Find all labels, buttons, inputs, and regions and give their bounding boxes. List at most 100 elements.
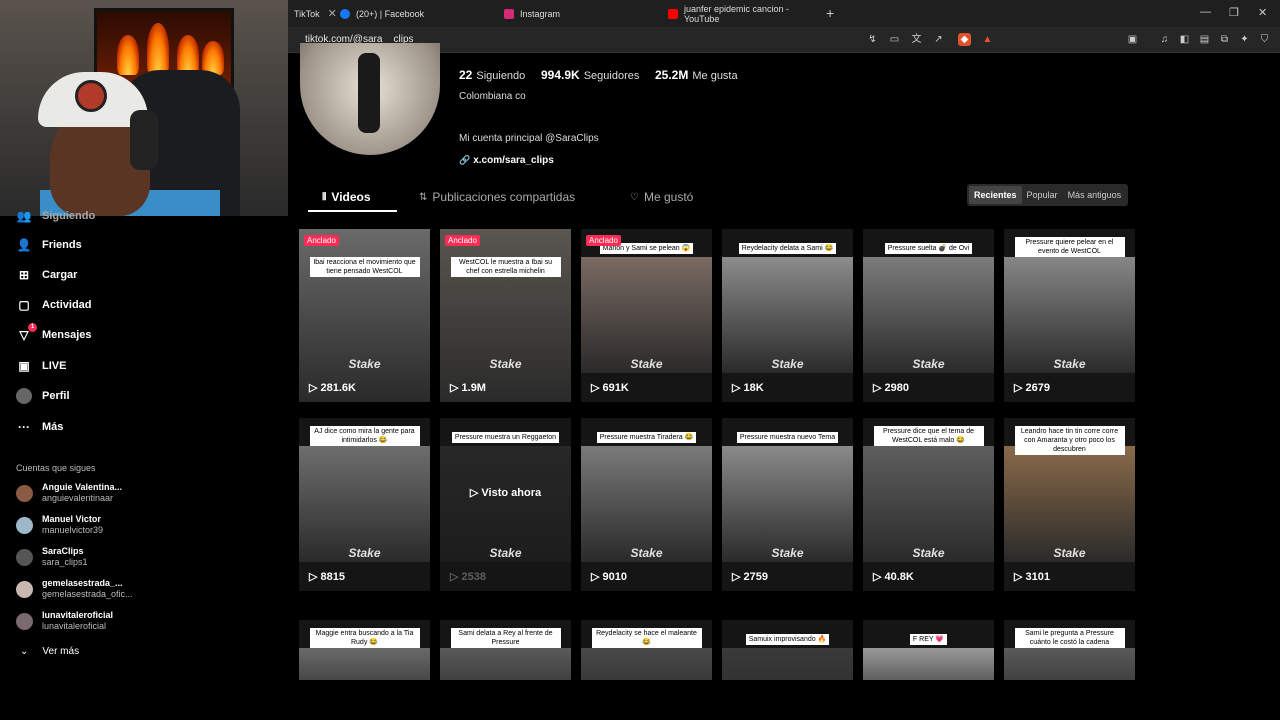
video-card[interactable]: WestCOL le muestra a Ibai su chef con es… — [440, 229, 571, 402]
video-card[interactable]: Pressure suelta 💣 de Ovi Stake ▷ 2980 — [863, 229, 994, 402]
video-views: ▷ 1.9M — [450, 381, 486, 394]
tab-label: Me gustó — [643, 190, 694, 204]
sort-oldest-button[interactable]: Más antiguos — [1063, 186, 1127, 204]
video-card[interactable]: Samuix improvisando 🔥 — [722, 620, 853, 680]
video-caption-box: Sami le pregunta a Pressure cuánto le co… — [1004, 628, 1135, 649]
bio-link-text: x.com/sara_clips — [473, 155, 554, 166]
video-caption: Pressure dice que el tema de WestCOL est… — [873, 426, 984, 446]
play-icon: ▷ — [873, 382, 885, 394]
tab-videos[interactable]: ⦀ Videos — [322, 190, 371, 204]
video-caption: Pressure muestra un Reggaeton — [451, 432, 560, 443]
followers-stat[interactable]: 994.9K Seguidores — [541, 68, 639, 82]
video-views: ▷ 3101 — [1014, 570, 1050, 583]
restore-icon[interactable]: ❐ — [1229, 6, 1239, 19]
sidebar-item-live[interactable]: ▣ LIVE — [16, 356, 66, 376]
extensions-icon[interactable]: ⧉ — [1218, 33, 1231, 46]
sidebar-toggle-icon[interactable]: ▣ — [1126, 33, 1139, 46]
tab-facebook[interactable]: (20+) | Facebook — [334, 0, 498, 27]
sidebar-item-label: Mensajes — [42, 329, 92, 341]
video-card[interactable]: Sami delata a Rey al frente de Pressure — [440, 620, 571, 680]
video-card[interactable]: Maggie entra buscando a la Tia Rudy 😂 — [299, 620, 430, 680]
bio-link[interactable]: 🔗 x.com/sara_clips — [459, 155, 554, 166]
view-count: 40.8K — [884, 571, 914, 583]
video-caption-box: Pressure muestra Tiradera 😂 — [581, 426, 712, 444]
view-count: 3101 — [1025, 571, 1050, 583]
video-caption: Sami delata a Rey al frente de Pressure — [450, 628, 561, 648]
reader-icon[interactable]: ◧ — [1178, 33, 1191, 46]
music-icon[interactable]: ♫ — [1158, 33, 1171, 46]
video-caption: Reydelacity delata a Sami 😂 — [738, 243, 837, 254]
tab-instagram[interactable]: Instagram — [498, 0, 662, 27]
brave-shield-icon[interactable]: ◆ — [958, 33, 971, 46]
following-stat[interactable]: 22 Siguiendo — [459, 68, 525, 82]
view-count: 8815 — [320, 571, 345, 583]
rewards-icon[interactable]: ▲ — [981, 33, 994, 46]
sort-popular-button[interactable]: Popular — [1022, 186, 1063, 204]
video-caption-box: Pressure dice que el tema de WestCOL est… — [863, 426, 994, 447]
webcam-overlay — [0, 0, 288, 216]
youtube-icon — [668, 8, 678, 19]
sidebar-item-label: Friends — [42, 239, 82, 251]
tab-tiktok[interactable]: TikTok ✕ — [288, 0, 337, 27]
avatar — [16, 613, 33, 630]
video-card[interactable]: Pressure quiere pelear en el evento de W… — [1004, 229, 1135, 402]
sidebar-item-cargar[interactable]: ⊞ Cargar — [16, 265, 78, 285]
sidebar-item-mensajes[interactable]: ▽ 1 Mensajes — [16, 323, 92, 345]
vpn-icon[interactable]: ⛉ — [1258, 33, 1271, 46]
ai-icon[interactable]: ✦ — [1238, 33, 1251, 46]
sidebar-item-perfil[interactable]: Perfil — [16, 386, 70, 406]
pinned-badge: Anclado — [304, 235, 339, 246]
video-card[interactable]: Pressure muestra Tiradera 😂 Stake ▷ 9010 — [581, 418, 712, 591]
sidebar-item-friends[interactable]: 👤 Friends — [16, 235, 82, 255]
repost-icon: ⇅ — [419, 191, 428, 203]
video-card[interactable]: Pressure dice que el tema de WestCOL est… — [863, 418, 994, 591]
video-thumbnail — [299, 648, 430, 680]
video-card[interactable]: Pressure muestra nuevo Tema Stake ▷ 2759 — [722, 418, 853, 591]
view-count: 18K — [743, 382, 764, 394]
friends-icon: 👤 — [16, 238, 32, 252]
headphones — [130, 110, 158, 170]
sidebar-item-siguiendo[interactable]: 👥 Siguiendo — [16, 206, 96, 226]
video-caption-box: WestCOL le muestra a Ibai su chef con es… — [440, 257, 571, 278]
share-icon[interactable]: ↗ — [932, 33, 945, 46]
video-views: ▷ 691K — [591, 381, 629, 394]
tab-shared-posts[interactable]: ⇅ Publicaciones compartidas — [419, 190, 575, 204]
tab-liked[interactable]: ♡ Me gustó — [630, 190, 693, 204]
messages-icon: ▽ 1 — [16, 323, 37, 343]
sidebar-item-actividad[interactable]: ▢ Actividad — [16, 295, 91, 315]
video-card[interactable]: Reydelacity delata a Sami 😂 Stake ▷ 18K — [722, 229, 853, 402]
new-tab-button[interactable]: + — [826, 5, 834, 21]
stake-watermark: Stake — [630, 546, 663, 560]
video-card[interactable]: Reydelacity se hace el maleante 😂 — [581, 620, 712, 680]
video-caption: Pressure suelta 💣 de Ovi — [884, 243, 973, 254]
video-card[interactable]: Marlon y Sami se pelean 😱 Anclado Stake ▷ 6… — [581, 229, 712, 402]
video-card[interactable]: Pressure muestra un Reggaeton Stake ▷ 2538… — [440, 418, 571, 591]
video-card[interactable]: F REY 💗 — [863, 620, 994, 680]
stake-watermark: Stake — [771, 546, 804, 560]
close-window-icon[interactable]: ✕ — [1258, 6, 1267, 19]
profile-avatar — [300, 43, 440, 155]
wallet-icon[interactable]: ▤ — [1198, 33, 1211, 46]
sort-recent-button[interactable]: Recientes — [969, 186, 1022, 204]
translate-off-icon[interactable]: ↯ — [866, 33, 879, 46]
pinned-badge: Anclado — [586, 235, 621, 246]
see-more-button[interactable]: ⌄ Ver más — [20, 646, 79, 657]
sort-toggle: Recientes Popular Más antiguos — [967, 184, 1129, 206]
tab-youtube[interactable]: juanfer epidemic cancion - YouTube — [662, 0, 826, 27]
minimize-icon[interactable]: — — [1200, 6, 1211, 18]
cast-icon[interactable]: ▭ — [888, 33, 901, 46]
translate-icon[interactable]: 文 — [910, 33, 923, 46]
play-icon: ▷ — [873, 571, 885, 583]
video-caption-box: Pressure suelta 💣 de Ovi — [863, 237, 994, 255]
video-card[interactable]: Leandro hace tin tin corre corre con Ama… — [1004, 418, 1135, 591]
stake-watermark: Stake — [348, 357, 381, 371]
video-card[interactable]: AJ dice como mira la gente para intimida… — [299, 418, 430, 591]
left-sidebar: 👥 Siguiendo 👤 Friends ⊞ Cargar ▢ Activid… — [0, 209, 288, 720]
view-count: 9010 — [602, 571, 627, 583]
view-count: 281.6K — [320, 382, 356, 394]
video-card[interactable]: Sami le pregunta a Pressure cuánto le co… — [1004, 620, 1135, 680]
sidebar-item-mas[interactable]: ··· Más — [16, 417, 63, 437]
account-name: gemelasestrada_... — [42, 578, 123, 588]
video-card[interactable]: Ibai reacciona el movimiento que tiene p… — [299, 229, 430, 402]
video-caption: Sami le pregunta a Pressure cuánto le co… — [1014, 628, 1125, 648]
